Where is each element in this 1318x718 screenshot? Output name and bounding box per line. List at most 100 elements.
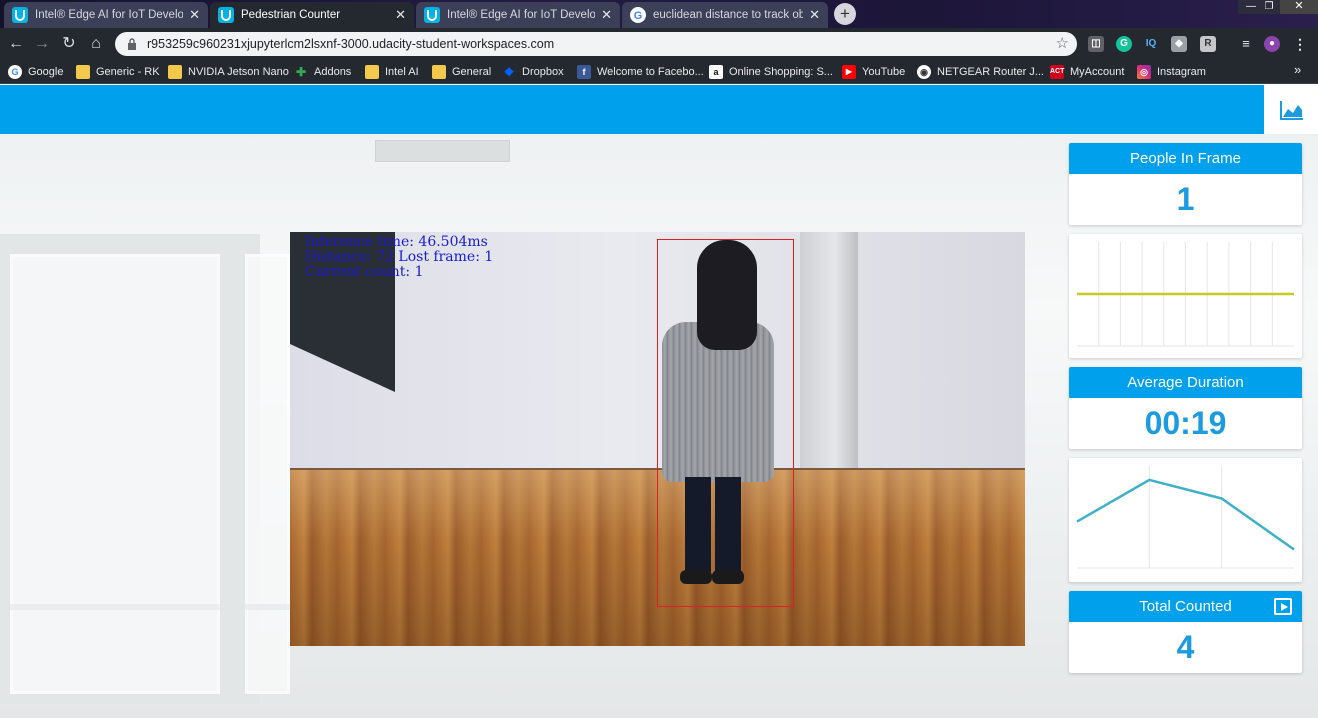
bookmark-item[interactable]: Intel AI bbox=[365, 63, 419, 81]
address-bar-row: ← → ↻ ⌂ r953259c960231xjupyterlcm2lsxnf-… bbox=[0, 28, 1318, 60]
bookmark-item[interactable]: ❖ Dropbox bbox=[502, 63, 564, 81]
iq-icon[interactable]: IQ bbox=[1143, 36, 1159, 52]
lock-icon bbox=[128, 38, 136, 50]
puzzle-icon: ✚ bbox=[295, 65, 307, 79]
total-counted-label: Total Counted bbox=[1139, 598, 1232, 615]
bookmarks-overflow-button[interactable]: » bbox=[1294, 62, 1301, 77]
udacity-icon bbox=[218, 7, 234, 23]
detection-bounding-box bbox=[657, 239, 794, 607]
grammarly-icon[interactable]: G bbox=[1116, 36, 1132, 52]
tab-title: Intel® Edge AI for IoT Developer bbox=[35, 9, 184, 21]
stats-toggle-button[interactable] bbox=[1264, 85, 1318, 134]
browser-tab[interactable]: Intel® Edge AI for IoT Developer ✕ bbox=[416, 2, 620, 28]
browser-tab[interactable]: Intel® Edge AI for IoT Developer ✕ bbox=[4, 2, 208, 28]
average-duration-value: 00:19 bbox=[1144, 405, 1227, 441]
bookmark-label: Online Shopping: S... bbox=[729, 66, 833, 78]
bookmark-item[interactable]: ✚ Addons bbox=[294, 63, 351, 81]
bookmark-label: General bbox=[452, 66, 492, 78]
restore-button[interactable]: ❐ bbox=[1256, 0, 1282, 14]
current-count-text: Current count: 1 bbox=[305, 264, 424, 280]
folder-icon bbox=[168, 65, 182, 79]
dropbox-icon: ❖ bbox=[503, 65, 515, 79]
amazon-icon: a bbox=[709, 65, 723, 79]
people-in-frame-value: 1 bbox=[1176, 181, 1195, 217]
udacity-icon bbox=[12, 7, 28, 23]
ceiling-light bbox=[375, 140, 510, 162]
google-icon: G bbox=[8, 65, 22, 79]
bookmark-item[interactable]: General bbox=[432, 63, 491, 81]
netgear-icon: ◉ bbox=[917, 65, 931, 79]
bookmark-item[interactable]: Generic - RK bbox=[76, 63, 160, 81]
browser-tab[interactable]: G euclidean distance to track object ✕ bbox=[622, 2, 828, 28]
area-chart-icon bbox=[1280, 101, 1303, 120]
bookmark-star-icon[interactable]: ☆ bbox=[1056, 34, 1069, 52]
bookmarks-bar: G Google Generic - RK NVIDIA Jetson Nano… bbox=[0, 60, 1318, 84]
forward-button[interactable]: → bbox=[31, 33, 53, 55]
average-duration-label: Average Duration bbox=[1069, 367, 1302, 398]
tab-title: euclidean distance to track object bbox=[653, 9, 804, 21]
close-icon[interactable]: ✕ bbox=[601, 7, 612, 23]
instagram-icon: ◎ bbox=[1137, 65, 1151, 79]
playlist-icon[interactable]: ≡ bbox=[1238, 36, 1254, 52]
bookmark-item[interactable]: ACT MyAccount bbox=[1050, 63, 1124, 81]
bookmark-item[interactable]: ▶ YouTube bbox=[842, 63, 905, 81]
tab-title: Intel® Edge AI for IoT Developer bbox=[447, 9, 596, 21]
home-button[interactable]: ⌂ bbox=[85, 33, 107, 55]
bookmark-item[interactable]: a Online Shopping: S... bbox=[709, 63, 833, 81]
bookmark-label: Intel AI bbox=[385, 66, 419, 78]
inference-time-text: Inference time: 46.504ms bbox=[305, 234, 488, 250]
average-duration-card: Average Duration 00:19 bbox=[1069, 367, 1302, 449]
bookmark-label: Google bbox=[28, 66, 64, 78]
browser-tab-strip: Intel® Edge AI for IoT Developer ✕ Pedes… bbox=[0, 0, 1318, 28]
reader-icon[interactable]: R bbox=[1200, 36, 1216, 52]
shield-icon[interactable]: ◆ bbox=[1171, 36, 1187, 52]
background-window bbox=[10, 254, 220, 694]
extension-icon[interactable]: ◫ bbox=[1088, 36, 1104, 52]
back-button[interactable]: ← bbox=[5, 33, 27, 55]
reload-button[interactable]: ↻ bbox=[58, 33, 80, 55]
bookmark-label: YouTube bbox=[862, 66, 906, 78]
bookmark-label: Dropbox bbox=[522, 66, 564, 78]
total-counted-card: Total Counted 4 bbox=[1069, 591, 1302, 673]
play-icon[interactable] bbox=[1274, 598, 1292, 615]
bookmark-label: NETGEAR Router J... bbox=[937, 66, 1044, 78]
folder-icon bbox=[365, 65, 379, 79]
avatar[interactable]: ● bbox=[1264, 36, 1280, 52]
new-tab-button[interactable]: + bbox=[834, 3, 856, 25]
google-icon: G bbox=[630, 7, 646, 23]
close-icon[interactable]: ✕ bbox=[809, 7, 820, 23]
bookmark-item[interactable]: ◎ Instagram bbox=[1137, 63, 1206, 81]
video-feed: Inference time: 46.504ms Distance: 72 Lo… bbox=[290, 232, 1025, 646]
tab-title: Pedestrian Counter bbox=[241, 9, 341, 21]
facebook-icon: f bbox=[577, 65, 591, 79]
browser-tab-active[interactable]: Pedestrian Counter ✕ bbox=[210, 2, 414, 28]
bookmark-label: Welcome to Facebo... bbox=[597, 66, 704, 78]
bookmark-item[interactable]: ◉ NETGEAR Router J... bbox=[917, 63, 1044, 81]
bookmark-item[interactable]: G Google bbox=[8, 63, 63, 81]
url-text: r953259c960231xjupyterlcm2lsxnf-3000.uda… bbox=[147, 37, 555, 51]
youtube-icon: ▶ bbox=[842, 65, 856, 79]
bookmark-item[interactable]: f Welcome to Facebo... bbox=[577, 63, 704, 81]
act-icon: ACT bbox=[1050, 65, 1064, 79]
people-in-frame-chart bbox=[1077, 242, 1294, 347]
people-in-frame-label: People In Frame bbox=[1069, 143, 1302, 174]
close-icon[interactable]: ✕ bbox=[395, 7, 406, 23]
app-header-bar bbox=[0, 85, 1264, 134]
folder-icon bbox=[432, 65, 446, 79]
close-icon[interactable]: ✕ bbox=[189, 7, 200, 23]
bookmark-label: Instagram bbox=[1157, 66, 1206, 78]
folder-icon bbox=[76, 65, 90, 79]
udacity-icon bbox=[424, 7, 440, 23]
people-chart-card bbox=[1069, 234, 1302, 358]
menu-icon[interactable]: ⋮ bbox=[1292, 36, 1308, 52]
bookmark-label: NVIDIA Jetson Nano bbox=[188, 66, 289, 78]
url-bar[interactable]: r953259c960231xjupyterlcm2lsxnf-3000.uda… bbox=[115, 32, 1077, 56]
chart-series-line bbox=[1076, 478, 1295, 551]
people-in-frame-card: People In Frame 1 bbox=[1069, 143, 1302, 225]
bookmark-label: Generic - RK bbox=[96, 66, 160, 78]
bookmark-label: Addons bbox=[314, 66, 352, 78]
total-counted-value: 4 bbox=[1176, 629, 1195, 665]
duration-chart bbox=[1076, 466, 1295, 569]
bookmark-item[interactable]: NVIDIA Jetson Nano bbox=[168, 63, 289, 81]
window-close-button[interactable]: ✕ bbox=[1280, 0, 1318, 14]
